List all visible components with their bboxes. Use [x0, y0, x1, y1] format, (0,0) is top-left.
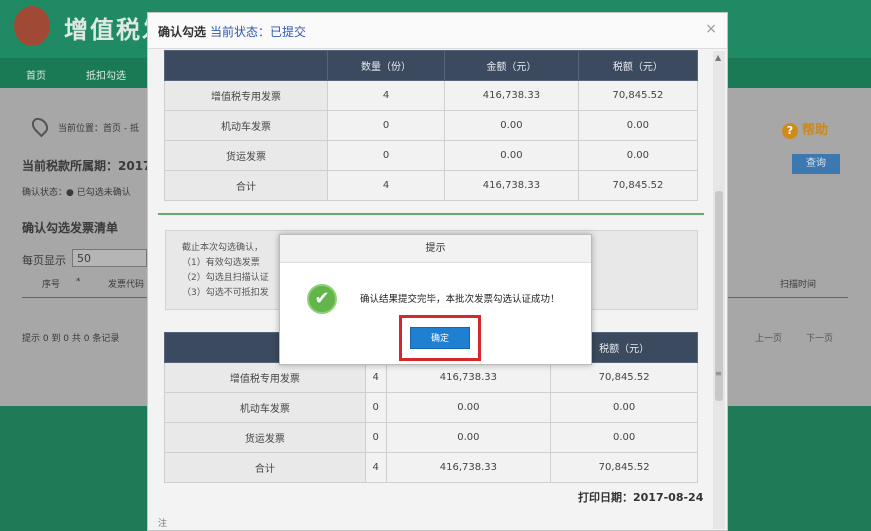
confirm-status-value: ● 已勾选未确认 [66, 188, 131, 198]
amount-cell: 416,738.33 [444, 170, 579, 201]
count-cell: 4 [326, 170, 446, 201]
table-header [164, 50, 328, 81]
tax-period-label: 当前税款所属期：2017 [22, 159, 152, 173]
tax-cell: 0.00 [550, 422, 698, 453]
table-row: 机动车发票 0 0.00 0.00 [164, 110, 699, 141]
row-label: 增值税专用发票 [164, 80, 328, 111]
amount-cell: 0.00 [385, 392, 552, 423]
row-label: 增值税专用发票 [164, 362, 366, 393]
count-cell: 4 [326, 80, 446, 111]
print-date: 打印日期：2017-08-24 [578, 491, 704, 504]
dialog-title: 确认勾选 当前状态：已提交 [158, 25, 307, 39]
dialog-status: 当前状态：已提交 [210, 25, 307, 39]
count-cell: 4 [364, 362, 387, 393]
table-row: 合计 4 416,738.33 70,845.52 [164, 452, 698, 483]
table-header-row: 数量（份） 金额（元） 税额（元） [164, 50, 699, 81]
table-header: 税额（元） [577, 50, 699, 81]
column-scan-time: 扫描时间 [780, 280, 817, 290]
count-cell: 4 [364, 452, 387, 483]
row-label: 合计 [164, 452, 366, 483]
note-line: （3）勾选不可抵扣发 [182, 288, 269, 298]
row-label: 合计 [164, 170, 328, 201]
table-row: 货运发票 0 0.00 0.00 [164, 140, 699, 171]
alert-message: 确认结果提交完毕，本批次发票勾选认证成功！ [360, 294, 560, 305]
page-size-label: 每页显示 [22, 254, 66, 267]
count-cell: 0 [364, 392, 387, 423]
row-label: 机动车发票 [164, 392, 366, 423]
scroll-marker-icon: ≡ [715, 369, 722, 378]
note-line: （2）勾选且扫描认证 [182, 273, 269, 283]
tax-cell: 0.00 [550, 392, 698, 423]
summary-table: 数量（份） 金额（元） 税额（元） 增值税专用发票 4 416,738.33 7… [164, 50, 699, 201]
divider [22, 297, 147, 298]
table-row: 货运发票 0 0.00 0.00 [164, 422, 698, 453]
column-star: * [76, 277, 81, 287]
tax-cell: 70,845.52 [550, 362, 698, 393]
table-header: 数量（份） [326, 50, 446, 81]
success-alert: 提示 ✔ 确认结果提交完毕，本批次发票勾选认证成功！ 确定 [279, 234, 592, 365]
check-circle-icon: ✔ [307, 284, 337, 314]
bottom-note: 注 [158, 519, 168, 529]
help-link[interactable]: ? 帮助 [782, 119, 828, 139]
question-icon: ? [782, 123, 798, 139]
tax-emblem-logo [14, 6, 50, 46]
amount-cell: 0.00 [385, 422, 552, 453]
note-line: 截止本次勾选确认， [182, 243, 264, 253]
nav-item-home[interactable]: 首页 [26, 67, 46, 82]
count-cell: 0 [326, 110, 446, 141]
table-row: 机动车发票 0 0.00 0.00 [164, 392, 698, 423]
row-label: 货运发票 [164, 422, 366, 453]
scroll-up-icon[interactable]: ▲ [715, 53, 721, 62]
tax-cell: 70,845.52 [550, 452, 698, 483]
amount-cell: 0.00 [444, 140, 579, 171]
nav-item-deduction-check[interactable]: 抵扣勾选 [86, 67, 126, 82]
table-row: 增值税专用发票 4 416,738.33 70,845.52 [164, 362, 698, 393]
query-button[interactable]: 查询 [792, 154, 840, 174]
pager-info: 提示 0 到 0 共 0 条记录 [22, 334, 120, 344]
table-row: 增值税专用发票 4 416,738.33 70,845.52 [164, 80, 699, 111]
highlight-frame: 确定 [399, 315, 481, 361]
column-index: 序号 [42, 280, 61, 290]
breadcrumb: 当前位置：首页 - 抵 [58, 124, 139, 134]
page-size-select[interactable]: 50 [72, 249, 147, 267]
close-icon[interactable]: × [705, 21, 717, 37]
list-title: 确认勾选发票清单 [22, 221, 119, 235]
next-page-button[interactable]: 下一页 [806, 331, 833, 344]
tax-cell: 0.00 [577, 140, 699, 171]
divider [158, 213, 704, 215]
dialog-scrollbar[interactable]: ▲ ≡ [713, 51, 725, 529]
amount-cell: 416,738.33 [385, 362, 552, 393]
amount-cell: 416,738.33 [444, 80, 579, 111]
divider [728, 297, 848, 298]
row-label: 机动车发票 [164, 110, 328, 141]
amount-cell: 0.00 [444, 110, 579, 141]
table-header: 金额（元） [444, 50, 579, 81]
column-invoice-code: 发票代码 [108, 280, 145, 290]
count-cell: 0 [326, 140, 446, 171]
note-line: （1）有效勾选发票 [182, 258, 260, 268]
ok-button[interactable]: 确定 [410, 327, 470, 349]
prev-page-button[interactable]: 上一页 [755, 331, 782, 344]
tax-cell: 70,845.52 [577, 80, 699, 111]
amount-cell: 416,738.33 [385, 452, 552, 483]
row-label: 货运发票 [164, 140, 328, 171]
count-cell: 0 [364, 422, 387, 453]
dialog-header: 确认勾选 当前状态：已提交 × [148, 13, 727, 49]
confirm-status-label: 确认状态： [22, 188, 68, 198]
table-row: 合计 4 416,738.33 70,845.52 [164, 170, 699, 201]
alert-title: 提示 [280, 235, 591, 263]
tax-cell: 70,845.52 [577, 170, 699, 201]
tax-cell: 0.00 [577, 110, 699, 141]
